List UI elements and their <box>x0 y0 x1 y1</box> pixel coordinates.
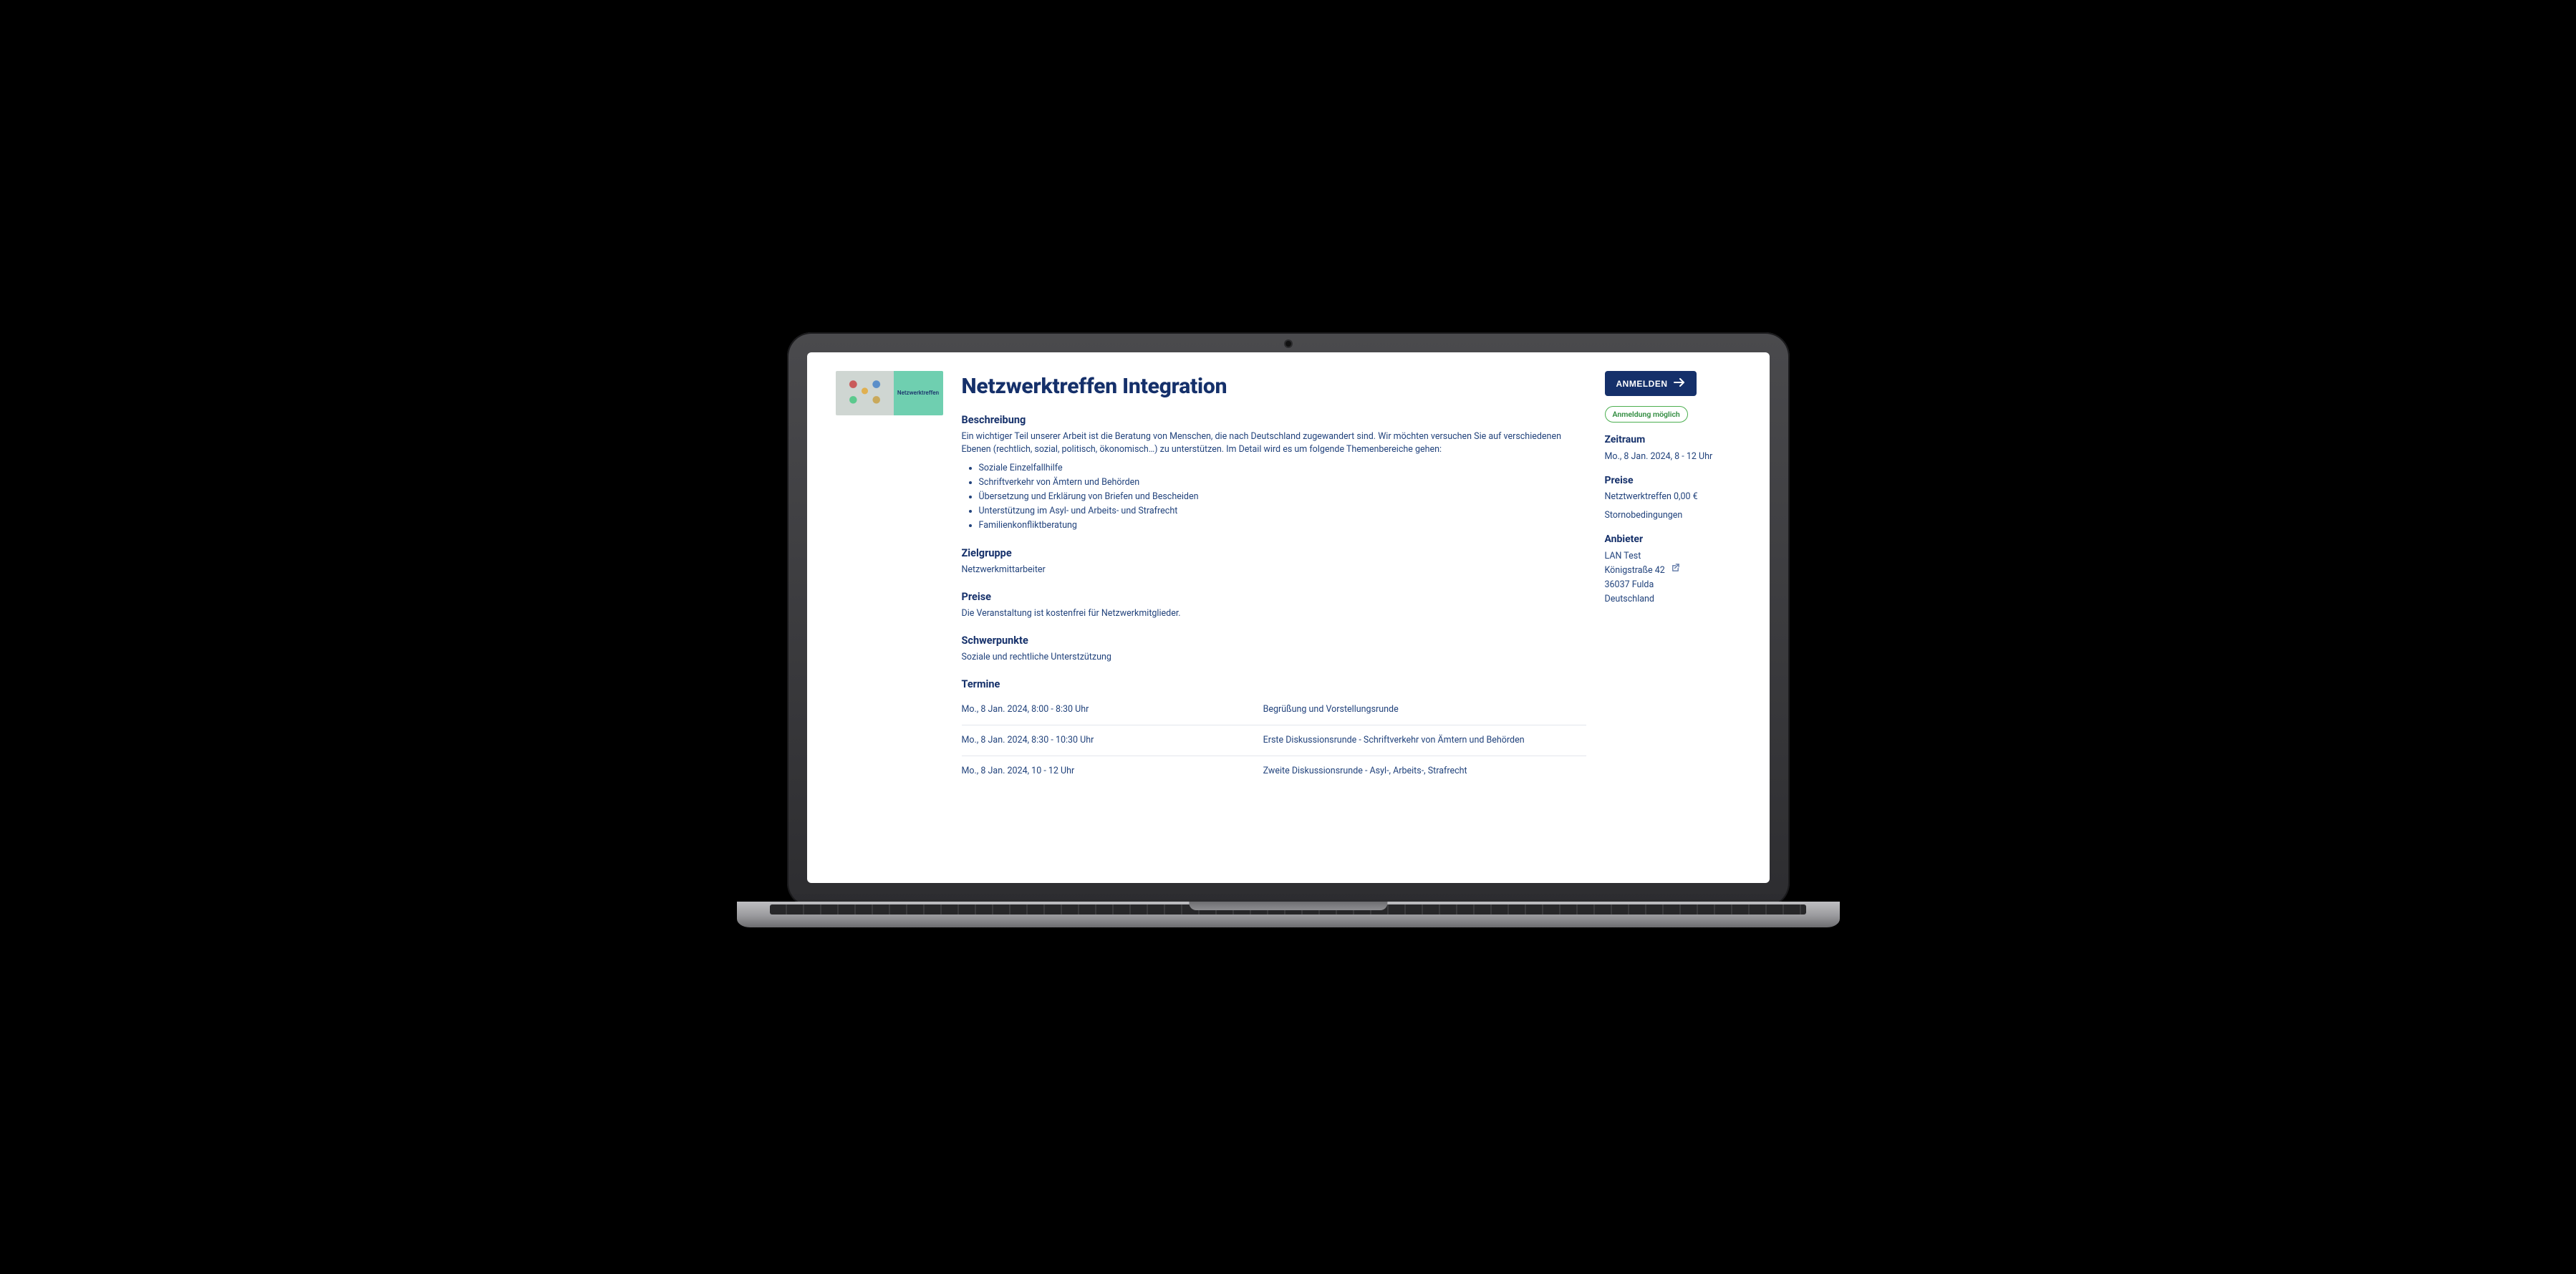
side-prices-section: Preise Netztwerktreffen 0,00 € Stornobed… <box>1605 473 1741 523</box>
thumbnail-photo <box>836 371 894 415</box>
schedule-time: Mo., 8 Jan. 2024, 8:30 - 10:30 Uhr <box>962 734 1249 747</box>
page-title: Netzwerktreffen Integration <box>962 371 1586 402</box>
signup-button[interactable]: ANMELDEN <box>1605 371 1697 396</box>
focus-heading: Schwerpunkte <box>962 633 1586 648</box>
provider-street: Königstraße 42 <box>1605 564 1665 577</box>
focus-value: Soziale und rechtliche Unterstzützung <box>962 651 1586 664</box>
period-section: Zeitraum Mo., 8 Jan. 2024, 8 - 12 Uhr <box>1605 433 1741 463</box>
target-group-value: Netzwerkmittarbeiter <box>962 564 1586 576</box>
schedule-heading: Termine <box>962 677 1586 692</box>
prices-value: Die Veranstaltung ist kostenfrei für Net… <box>962 607 1586 620</box>
sidebar: ANMELDEN Anmeldung möglich Zeitraum Mo.,… <box>1605 371 1741 864</box>
shadow <box>687 929 1890 947</box>
main-content: Netzwerktreffen Integration Beschreibung… <box>962 371 1586 864</box>
description-heading: Beschreibung <box>962 412 1586 428</box>
provider-city: 36037 Fulda <box>1605 579 1665 592</box>
list-item: Übersetzung und Erklärung von Briefen un… <box>979 491 1586 503</box>
schedule-topic: Erste Diskussionsrunde - Schriftverkehr … <box>1263 734 1586 747</box>
topic-list: Soziale Einzelfallhilfe Schriftverkehr v… <box>962 462 1586 533</box>
prices-heading: Preise <box>962 589 1586 604</box>
side-prices-value: Netztwerktreffen 0,00 € <box>1605 491 1741 503</box>
schedule-table: Mo., 8 Jan. 2024, 8:00 - 8:30 Uhr Begrüß… <box>962 695 1586 786</box>
side-prices-heading: Preise <box>1605 473 1741 488</box>
table-row: Mo., 8 Jan. 2024, 8:30 - 10:30 Uhr Erste… <box>962 725 1586 756</box>
provider-country: Deutschland <box>1605 593 1665 606</box>
trackpad-notch <box>1189 902 1387 910</box>
app-screen: Netzwerktreffen Netzwerktreffen Integrat… <box>807 352 1770 883</box>
list-item: Familienkonfliktberatung <box>979 519 1586 532</box>
table-row: Mo., 8 Jan. 2024, 8:00 - 8:30 Uhr Begrüß… <box>962 695 1586 725</box>
table-row: Mo., 8 Jan. 2024, 10 - 12 Uhr Zweite Dis… <box>962 756 1586 786</box>
target-group-heading: Zielgruppe <box>962 546 1586 561</box>
list-item: Schriftverkehr von Ämtern und Behörden <box>979 476 1586 489</box>
event-image-column: Netzwerktreffen <box>836 371 943 864</box>
list-item: Unterstützung im Asyl- und Arbeits- und … <box>979 505 1586 518</box>
signup-button-label: ANMELDEN <box>1616 379 1668 389</box>
schedule-time: Mo., 8 Jan. 2024, 8:00 - 8:30 Uhr <box>962 703 1249 716</box>
laptop-mockup: Netzwerktreffen Netzwerktreffen Integrat… <box>787 332 1790 942</box>
description-text: Ein wichtiger Teil unserer Arbeit ist di… <box>962 430 1586 456</box>
provider-name: LAN Test <box>1605 550 1665 563</box>
arrow-right-icon <box>1674 378 1685 389</box>
camera-icon <box>1285 341 1291 347</box>
laptop-base <box>787 902 1790 942</box>
schedule-time: Mo., 8 Jan. 2024, 10 - 12 Uhr <box>962 765 1249 778</box>
event-thumbnail: Netzwerktreffen <box>836 371 943 415</box>
list-item: Soziale Einzelfallhilfe <box>979 462 1586 475</box>
laptop-body: Netzwerktreffen Netzwerktreffen Integrat… <box>787 332 1790 907</box>
period-heading: Zeitraum <box>1605 433 1741 447</box>
laptop-deck <box>737 902 1840 927</box>
provider-heading: Anbieter <box>1605 532 1741 546</box>
external-link-icon[interactable] <box>1671 563 1680 576</box>
provider-section: Anbieter LAN Test Königstraße 42 36037 F… <box>1605 532 1741 607</box>
status-badge: Anmeldung möglich <box>1605 406 1688 423</box>
thumbnail-caption: Netzwerktreffen <box>894 371 943 415</box>
schedule-topic: Zweite Diskussionsrunde - Asyl-, Arbeits… <box>1263 765 1586 778</box>
period-value: Mo., 8 Jan. 2024, 8 - 12 Uhr <box>1605 450 1741 463</box>
schedule-topic: Begrüßung und Vorstellungsrunde <box>1263 703 1586 716</box>
cancellation-link[interactable]: Stornobedingungen <box>1605 510 1683 521</box>
